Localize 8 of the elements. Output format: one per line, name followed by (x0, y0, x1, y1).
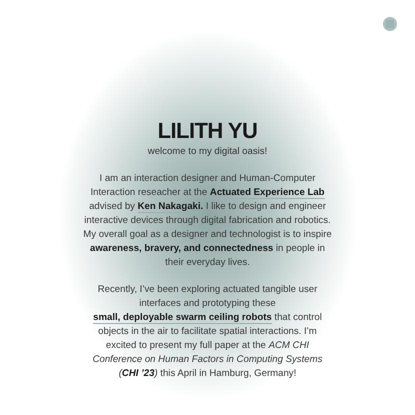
text-link[interactable]: Ken Nakagaki. (138, 201, 204, 214)
text-link[interactable]: Actuated Experience Lab (210, 187, 325, 200)
text-link[interactable]: small, deployable swarm ceiling robots (93, 312, 272, 324)
bio-paragraph: I am an interaction designer and Human-Computer Interaction reseacher at the Actuated Experience Lab advised by Ken Nakagaki. I like to design and engineer interactive devices through digital fabrication and robotics. My overall goal as a designer and technologist is to inspire awareness, bravery, and connectedness in people in their everyday lives. (82, 172, 332, 270)
grid-circle-icon[interactable] (383, 17, 397, 31)
welcome-subtitle: welcome to my digital oasis! (148, 145, 268, 159)
name-title: LILITH YU (158, 120, 258, 142)
bio-paragraph: Recently, I’ve been exploring actuated tangible user interfaces and prototyping these small, deployable swarm ceiling robots that control objects in the air to facilitate spatial interactions. I’m excited to present my full paper at the ACM CHI Conference on Human Factors in Computing Systems (CHI ’23) this April in Hamburg, Germany! (92, 283, 324, 382)
